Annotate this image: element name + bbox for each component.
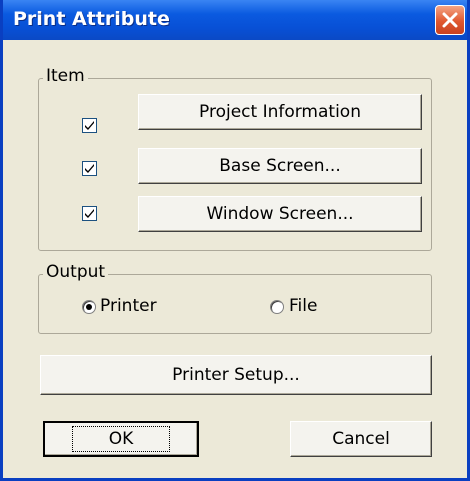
ok-button-label: OK [71,426,171,452]
checkmark-icon [85,121,94,130]
window-screen-checkbox[interactable] [82,206,97,221]
close-icon [442,12,458,28]
print-attribute-dialog: Print Attribute Item Project Information… [0,0,470,481]
printer-setup-button[interactable]: Printer Setup... [40,355,432,395]
file-radio-label[interactable]: File [289,296,317,316]
file-radio[interactable] [270,300,284,314]
dialog-title: Print Attribute [13,8,170,30]
ok-button[interactable]: OK [43,421,199,457]
close-button[interactable] [435,5,465,35]
checkmark-icon [85,164,94,173]
base-screen-checkbox[interactable] [82,161,97,176]
project-information-button[interactable]: Project Information [138,94,422,130]
window-screen-button[interactable]: Window Screen... [138,196,422,232]
checkmark-icon [85,209,94,218]
printer-radio-label[interactable]: Printer [100,296,157,316]
item-group-label: Item [43,66,88,86]
printer-radio[interactable] [82,300,96,314]
project-information-checkbox[interactable] [82,118,97,133]
output-group-label: Output [43,262,109,282]
cancel-button[interactable]: Cancel [290,421,432,457]
radio-selected-dot [86,304,92,310]
title-bar[interactable]: Print Attribute [3,0,467,40]
base-screen-button[interactable]: Base Screen... [138,148,422,184]
output-group [38,274,432,334]
